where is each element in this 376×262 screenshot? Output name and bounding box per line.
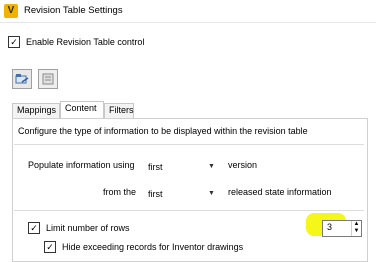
description-label: Configure the type of information to be … (18, 126, 308, 136)
tab-filters-label: Filters (109, 105, 134, 115)
limit-rows-checkbox[interactable]: ✓ Limit number of rows (28, 222, 130, 234)
tab-content-label: Content (65, 103, 97, 113)
description-text: Configure the type of information to be … (18, 126, 308, 136)
checkbox-box[interactable]: ✓ (8, 36, 20, 48)
populate-label-text: Populate information using (28, 160, 135, 170)
rows-limit-value: 3 (327, 222, 333, 232)
vault-app-icon: V (4, 4, 18, 18)
limit-rows-label: Limit number of rows (46, 223, 130, 233)
title-bar: V Revision Table Settings (0, 0, 376, 23)
tab-mappings[interactable]: Mappings (12, 103, 60, 118)
spinner-arrows-icon[interactable]: ▲ ▼ (351, 221, 361, 236)
tab-mappings-label: Mappings (17, 105, 57, 115)
checkbox-box[interactable]: ✓ (44, 241, 56, 253)
populate-dropdown[interactable]: first ▼ (146, 159, 216, 174)
chevron-down-icon: ▼ (208, 190, 215, 197)
window-title: Revision Table Settings (24, 5, 123, 16)
export-settings-icon (42, 73, 54, 85)
rows-limit-spinner[interactable]: 3 ▲ ▼ (322, 220, 362, 237)
enable-label: Enable Revision Table control (26, 37, 145, 47)
from-label: from the (103, 187, 136, 197)
tab-content[interactable]: Content (60, 101, 104, 118)
divider (14, 144, 364, 145)
populate-label: Populate information using (28, 160, 135, 170)
from-label-text: from the (103, 187, 137, 197)
populate-suffix: version (228, 160, 257, 170)
from-suffix: released state information (228, 187, 332, 197)
checkbox-box[interactable]: ✓ (28, 222, 40, 234)
hide-exceeding-label: Hide exceeding records for Inventor draw… (62, 242, 244, 252)
from-dropdown[interactable]: first ▼ (146, 186, 216, 201)
from-suffix-text: released state information (228, 187, 332, 197)
import-settings-icon (15, 74, 29, 84)
divider (14, 210, 364, 211)
chevron-down-icon: ▼ (208, 163, 215, 170)
tab-filters[interactable]: Filters (104, 103, 134, 118)
populate-dropdown-value: first (148, 161, 163, 172)
hide-exceeding-checkbox[interactable]: ✓ Hide exceeding records for Inventor dr… (44, 241, 243, 253)
import-settings-button[interactable] (12, 69, 32, 89)
enable-revision-table-checkbox[interactable]: ✓ Enable Revision Table control (8, 36, 144, 48)
from-dropdown-value: first (148, 188, 163, 199)
populate-suffix-text: version (228, 160, 258, 170)
export-settings-button[interactable] (38, 69, 58, 89)
